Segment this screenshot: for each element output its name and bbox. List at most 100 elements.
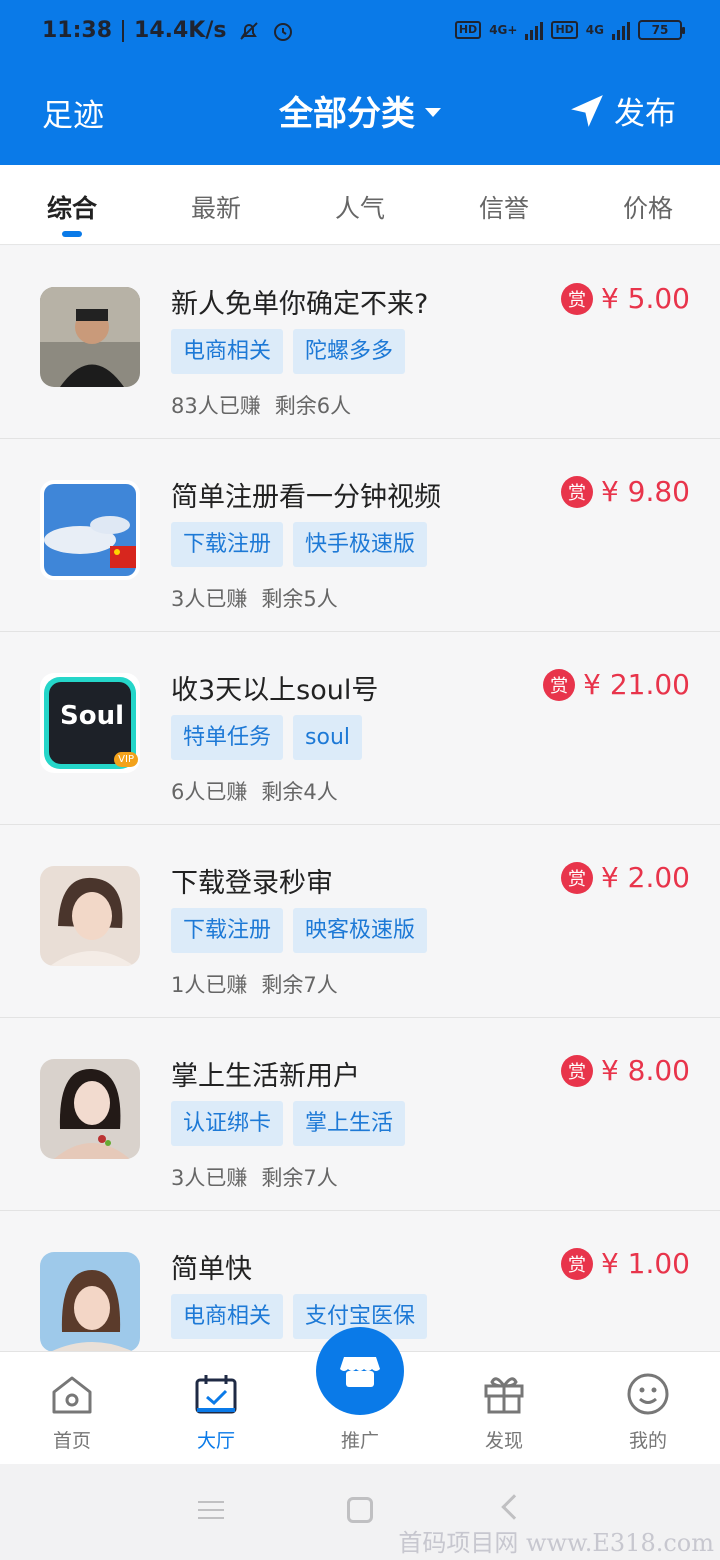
task-price: 赏 ¥ 5.00: [560, 282, 690, 315]
smile-icon: [627, 1373, 669, 1415]
status-bar: 11:38 14.4K/s HD 4G+ HD 4G 75: [0, 0, 720, 66]
reward-badge: 赏: [560, 282, 593, 315]
avatar: [40, 866, 140, 966]
status-speed: 14.4K/s: [134, 18, 227, 43]
earned-count: 3人已赚: [171, 1166, 248, 1190]
active-tab-indicator: [62, 231, 82, 237]
task-tag: 陀螺多多: [293, 329, 406, 374]
task-tag: 下载注册: [171, 908, 284, 953]
bell-off-icon: [239, 21, 258, 40]
task-tag: soul: [293, 715, 362, 760]
task-price: 赏 ¥ 8.00: [560, 1054, 690, 1087]
nav-label: 大厅: [196, 1430, 235, 1452]
system-nav-bar: 首码项目网 www.E318.com: [0, 1464, 720, 1560]
nav-discover[interactable]: 发现: [432, 1352, 576, 1464]
task-item[interactable]: Soul VIP 收3天以上soul号 赏 ¥ 21.00 特单任务 soul 6…: [0, 632, 720, 825]
nav-label: 首页: [52, 1430, 91, 1452]
avatar: [40, 480, 140, 580]
tab-latest[interactable]: 最新: [144, 165, 288, 244]
task-title: 简单快: [171, 1254, 252, 1285]
bottom-nav: 首页 大厅 推广 发现 我的: [0, 1327, 720, 1464]
remaining-count: 剩余6人: [274, 394, 352, 418]
tab-comprehensive[interactable]: 综合: [0, 165, 144, 244]
task-tag: 电商相关: [171, 1294, 284, 1339]
hd-icon: HD: [454, 21, 482, 39]
nav-label: 推广: [340, 1430, 379, 1452]
task-tag: 认证绑卡: [171, 1101, 284, 1146]
nav-mine[interactable]: 我的: [576, 1352, 720, 1464]
task-title: 简单注册看一分钟视频: [171, 482, 441, 513]
network-label: 4G+: [489, 23, 518, 37]
shop-icon: [340, 1357, 380, 1387]
vip-badge: VIP: [114, 752, 138, 767]
earned-count: 1人已赚: [171, 973, 248, 997]
reward-badge: 赏: [560, 1247, 593, 1280]
task-tag: 快手极速版: [293, 522, 428, 567]
signal-icon: [612, 20, 630, 40]
nav-label: 发现: [484, 1430, 523, 1452]
reward-badge: 赏: [543, 668, 576, 701]
hd-icon: HD: [551, 21, 578, 39]
signal-icon: [525, 20, 544, 40]
remaining-count: 剩余4人: [261, 780, 338, 804]
network-label: 4G: [585, 23, 604, 37]
task-title: 下载登录秒审: [171, 868, 333, 899]
remaining-count: 剩余5人: [261, 587, 338, 611]
alarm-icon: [273, 22, 292, 41]
category-label: 全部分类: [279, 94, 415, 134]
publish-label: 发布: [614, 96, 676, 132]
promote-button[interactable]: [316, 1327, 404, 1415]
avatar: Soul VIP: [40, 673, 140, 773]
task-price: 赏 ¥ 9.80: [560, 475, 690, 508]
task-tag: 特单任务: [171, 715, 284, 760]
earned-count: 6人已赚: [171, 780, 248, 804]
avatar: [40, 1252, 140, 1352]
home-icon: [52, 1376, 92, 1414]
task-title: 收3天以上soul号: [171, 675, 379, 706]
watermark: 首码项目网 www.E318.com: [398, 1529, 714, 1557]
reward-badge: 赏: [560, 1054, 593, 1087]
nav-promote[interactable]: 推广: [288, 1327, 432, 1464]
menu-icon[interactable]: [198, 1501, 224, 1519]
gift-icon: [484, 1377, 524, 1414]
soul-logo: Soul: [60, 701, 125, 731]
task-tag: 下载注册: [171, 522, 284, 567]
task-price: 赏 ¥ 1.00: [560, 1247, 690, 1280]
nav-label: 我的: [628, 1430, 667, 1452]
remaining-count: 剩余7人: [261, 973, 338, 997]
home-square-icon[interactable]: [347, 1497, 373, 1523]
task-item[interactable]: 掌上生活新用户 赏 ¥ 8.00 认证绑卡 掌上生活 3人已赚 剩余7人: [0, 1018, 720, 1211]
app-header: 11:38 14.4K/s HD 4G+ HD 4G 75 足迹 全部分类 发布: [0, 0, 720, 165]
task-tag: 映客极速版: [293, 908, 428, 953]
task-item[interactable]: 新人免单你确定不来? 赏 ¥ 5.00 电商相关 陀螺多多 83人已赚 剩余6人: [0, 246, 720, 439]
earned-count: 3人已赚: [171, 587, 248, 611]
earned-count: 83人已赚: [171, 394, 261, 418]
task-item[interactable]: 下载登录秒审 赏 ¥ 2.00 下载注册 映客极速版 1人已赚 剩余7人: [0, 825, 720, 1018]
status-time: 11:38: [42, 18, 113, 43]
tab-price[interactable]: 价格: [576, 165, 720, 244]
battery-icon: 75: [638, 20, 685, 40]
reward-badge: 赏: [560, 475, 593, 508]
remaining-count: 剩余7人: [261, 1166, 338, 1190]
tab-popularity[interactable]: 人气: [288, 165, 432, 244]
task-title: 新人免单你确定不来?: [171, 289, 429, 320]
task-price: 赏 ¥ 2.00: [560, 861, 690, 894]
caret-down-icon: [425, 108, 441, 117]
send-icon: [571, 94, 603, 127]
calendar-check-icon: [195, 1375, 237, 1414]
task-list: 新人免单你确定不来? 赏 ¥ 5.00 电商相关 陀螺多多 83人已赚 剩余6人 …: [0, 246, 720, 1404]
back-icon[interactable]: [501, 1494, 527, 1520]
nav-hall[interactable]: 大厅: [144, 1352, 288, 1464]
avatar: [40, 1059, 140, 1159]
nav-home[interactable]: 首页: [0, 1352, 144, 1464]
reward-badge: 赏: [560, 861, 593, 894]
task-title: 掌上生活新用户: [171, 1061, 360, 1092]
tab-reputation[interactable]: 信誉: [432, 165, 576, 244]
avatar: [40, 287, 140, 387]
task-tag: 掌上生活: [293, 1101, 406, 1146]
task-price: 赏 ¥ 21.00: [543, 668, 690, 701]
publish-button[interactable]: 发布: [568, 88, 676, 133]
sort-tabs: 综合 最新 人气 信誉 价格: [0, 165, 720, 245]
divider: [122, 19, 125, 42]
task-item[interactable]: 简单注册看一分钟视频 赏 ¥ 9.80 下载注册 快手极速版 3人已赚 剩余5人: [0, 439, 720, 632]
